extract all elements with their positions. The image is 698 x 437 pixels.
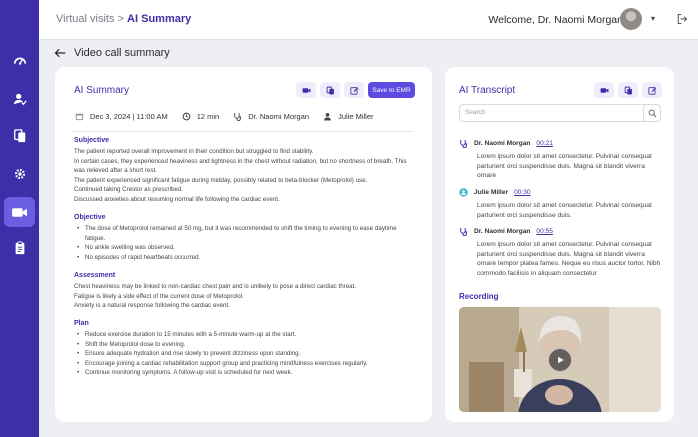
breadcrumb-parent[interactable]: Virtual visits [56, 13, 114, 25]
list-item: Encourage joining a cardiac rehabilitati… [75, 359, 405, 369]
list-item: No episodes of rapid heartbeats occurred… [75, 253, 405, 263]
clipboard-icon [15, 241, 24, 255]
recording-title: Recording [459, 292, 499, 301]
video-camera-icon [600, 87, 608, 93]
list-item: Continue monitoring symptoms. A follow-u… [75, 368, 405, 378]
list-item: No ankle swelling was observed. [75, 243, 405, 253]
logout-icon[interactable] [676, 13, 688, 25]
sidebar-item-dashboard[interactable] [0, 47, 39, 75]
save-to-emr-button[interactable]: Save to EMR [368, 82, 415, 98]
sidebar-item-records[interactable] [0, 234, 39, 262]
copy-icon [326, 86, 334, 94]
objective-list: The dose of Metoprolol remained at 50 mg… [75, 224, 405, 262]
subjective-line: The patient reported overall improvement… [74, 148, 314, 155]
breadcrumb-separator: > [117, 13, 124, 25]
summary-title: AI Summary [74, 85, 130, 96]
timestamp-link[interactable]: 00:55 [536, 228, 553, 235]
speaker-name: Dr. Naomi Morgan [474, 228, 531, 235]
recording-video[interactable] [459, 307, 661, 412]
edit-icon [349, 86, 358, 95]
avatar[interactable] [620, 8, 642, 30]
assessment-line: Anxiety is a natural response following … [74, 302, 230, 310]
sidebar-item-documents[interactable] [0, 122, 39, 150]
copy-button[interactable] [618, 82, 638, 98]
back-arrow-icon[interactable] [54, 47, 66, 59]
visit-date: Dec 3, 2024 | 11:00 AM [90, 112, 168, 121]
dashboard-gauge-icon [13, 57, 26, 65]
breadcrumb-current: AI Summary [127, 13, 192, 25]
play-icon [558, 356, 564, 364]
timestamp-link[interactable]: 00:21 [536, 140, 553, 147]
list-item: Reduce exercise duration to 15 minutes w… [75, 330, 405, 340]
stethoscope-icon [460, 228, 468, 236]
play-button[interactable] [548, 348, 572, 372]
welcome-text: Welcome, Dr. Naomi Morgan [488, 14, 623, 26]
assessment-text: Chest heaviness may be linked to non-car… [74, 282, 416, 311]
transcript-message: Dr. Naomi Morgan 00:55 Lorem ipsum dolor… [459, 227, 664, 278]
timestamp-link[interactable]: 00:30 [514, 189, 531, 196]
history-clock-icon [182, 112, 191, 121]
assessment-title: Assessment [74, 272, 116, 279]
ai-transcript-card: AI Transcript Search Dr. Naomi Morgan 00… [445, 67, 674, 422]
copy-icon [624, 86, 632, 94]
visit-doctor: Dr. Naomi Morgan [248, 112, 310, 121]
edit-button[interactable] [344, 82, 364, 98]
list-item: The dose of Metoprolol remained at 50 mg… [75, 224, 405, 243]
settings-icon [14, 168, 25, 180]
page-header: Video call summary [54, 47, 170, 59]
plan-title: Plan [74, 320, 89, 327]
search-icon [648, 109, 657, 118]
message-text: Lorem ipsum dolor sit amet consectetur. … [477, 202, 652, 219]
user-avatar-icon [459, 188, 468, 197]
page-title: Video call summary [74, 47, 170, 59]
stethoscope-icon [460, 140, 468, 148]
message-text: Lorem ipsum dolor sit amet consectetur. … [477, 241, 661, 277]
subjective-line: Discussed anxieties about resuming norma… [74, 195, 280, 203]
visit-patient: Julie Miller [338, 112, 374, 121]
transcript-title: AI Transcript [459, 85, 516, 96]
speaker-name: Julie Miller [474, 189, 509, 196]
search-input[interactable]: Search [459, 104, 661, 122]
ai-summary-card: AI Summary Save to EMR Dec 3, 2024 | 11:… [55, 67, 432, 422]
list-item: Ensure adequate hydration and rise slowl… [75, 349, 405, 359]
copy-button[interactable] [320, 82, 340, 98]
chevron-down-icon[interactable]: ▾ [651, 14, 655, 23]
list-item: Shift the Metoprolol dose to evening. [75, 340, 405, 350]
sidebar [0, 0, 39, 437]
edit-icon [647, 86, 656, 95]
stethoscope-icon [234, 113, 242, 121]
assessment-line: Fatigue is likely a side effect of the c… [74, 292, 244, 300]
top-bar: Virtual visits > AI Summary Welcome, Dr.… [39, 0, 698, 40]
message-text: Lorem ipsum dolor sit amet consectetur. … [477, 153, 652, 180]
sidebar-item-virtual-visits[interactable] [4, 197, 35, 227]
video-camera-icon [302, 87, 310, 93]
edit-button[interactable] [642, 82, 662, 98]
subjective-line: Continued taking Crestor as prescribed. [74, 186, 184, 194]
transcript-message: Dr. Naomi Morgan 00:21 Lorem ipsum dolor… [459, 139, 664, 181]
divider [73, 131, 414, 132]
patient-check-icon [13, 93, 27, 106]
documents-icon [13, 129, 25, 143]
objective-title: Objective [74, 214, 106, 221]
visit-meta: Dec 3, 2024 | 11:00 AM 12 min Dr. Naomi … [75, 112, 415, 121]
video-transcript-button[interactable] [594, 82, 614, 98]
user-icon [324, 113, 331, 121]
sidebar-item-patients[interactable] [0, 85, 39, 113]
assessment-line: Chest heaviness may be linked to non-car… [74, 283, 357, 290]
search-button[interactable] [643, 104, 661, 122]
breadcrumb: Virtual visits > AI Summary [56, 13, 191, 25]
visit-duration: 12 min [196, 112, 220, 121]
plan-list: Reduce exercise duration to 15 minutes w… [75, 330, 405, 378]
subjective-line: The patient experienced significant fati… [74, 176, 368, 184]
video-summary-button[interactable] [296, 82, 316, 98]
subjective-title: Subjective [74, 137, 110, 144]
subjective-line: In certain cases, they experienced heavi… [74, 157, 407, 175]
transcript-message: Julie Miller 00:30 Lorem ipsum dolor sit… [459, 188, 664, 220]
calendar-icon [75, 113, 84, 121]
speaker-name: Dr. Naomi Morgan [474, 140, 531, 147]
sidebar-item-settings[interactable] [0, 160, 39, 188]
video-camera-icon [12, 207, 27, 217]
subjective-text: The patient reported overall improvement… [74, 147, 416, 205]
